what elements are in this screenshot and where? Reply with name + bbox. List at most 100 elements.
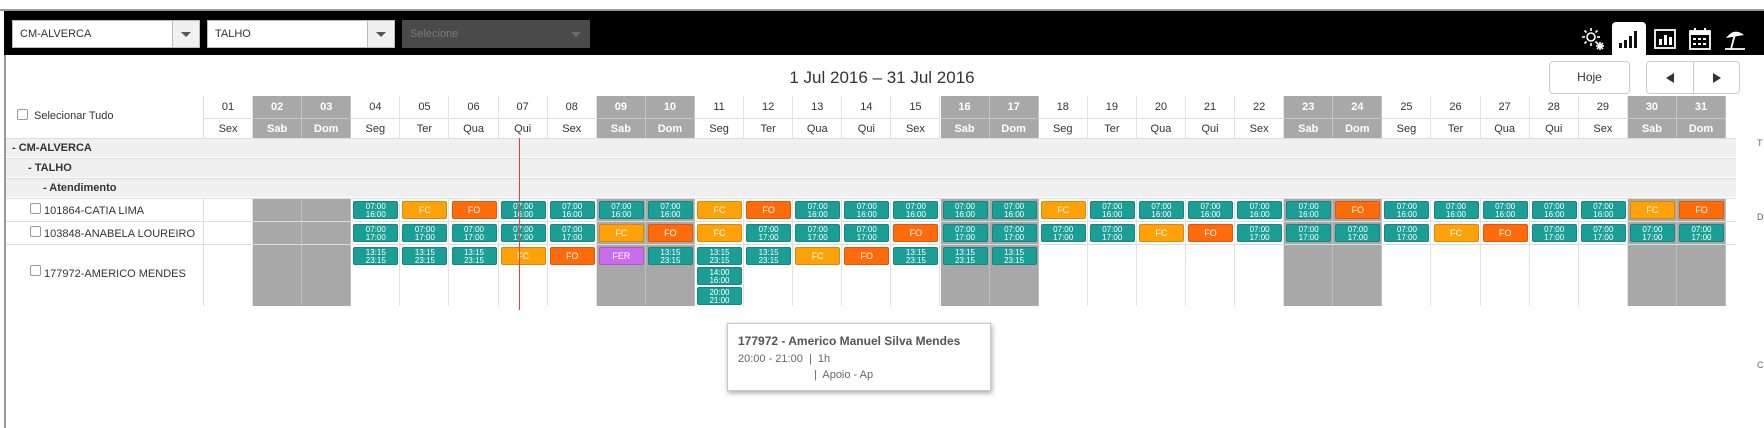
day-cell[interactable] bbox=[1039, 245, 1088, 306]
day-cell[interactable] bbox=[1579, 245, 1628, 306]
shift-block[interactable]: 07:00 16:00 bbox=[500, 201, 546, 219]
day-cell[interactable]: FC bbox=[400, 199, 450, 221]
day-cell[interactable]: 07:00 16:00 bbox=[1088, 199, 1137, 221]
day-cell[interactable]: 07:00 17:00 bbox=[940, 222, 990, 244]
day-cell[interactable] bbox=[1137, 245, 1186, 306]
day-cell[interactable]: 07:00 17:00 bbox=[793, 222, 843, 244]
fc-absence-block[interactable]: FC bbox=[1138, 224, 1184, 242]
fc-absence-block[interactable]: FC bbox=[500, 247, 546, 265]
day-cell[interactable]: FO bbox=[1333, 199, 1383, 221]
day-cell[interactable]: 07:00 16:00 bbox=[793, 199, 843, 221]
shift-block[interactable]: 13:15 23:15 bbox=[942, 247, 988, 265]
shift-block[interactable]: 07:00 17:00 bbox=[795, 224, 841, 242]
shift-block[interactable]: 07:00 17:00 bbox=[500, 224, 546, 242]
day-cell[interactable]: 07:00 16:00 bbox=[596, 199, 646, 221]
shift-block[interactable]: 07:00 16:00 bbox=[844, 201, 890, 219]
shift-block[interactable]: 13:15 23:15 bbox=[451, 247, 497, 265]
shift-block[interactable]: 07:00 16:00 bbox=[1237, 201, 1283, 219]
day-cell[interactable]: FC bbox=[695, 199, 745, 221]
shift-block[interactable]: 07:00 17:00 bbox=[402, 224, 448, 242]
shift-block[interactable]: 07:00 17:00 bbox=[1384, 224, 1430, 242]
fc-absence-block[interactable]: FC bbox=[697, 224, 742, 242]
day-cell[interactable]: FC bbox=[1137, 222, 1186, 244]
day-cell[interactable] bbox=[253, 245, 303, 306]
day-cell[interactable]: 07:00 17:00 bbox=[351, 222, 401, 244]
day-cell[interactable] bbox=[1235, 245, 1285, 306]
day-cell[interactable]: 07:00 17:00 bbox=[989, 222, 1039, 244]
shift-block[interactable]: 07:00 17:00 bbox=[1580, 224, 1626, 242]
report-chart-icon[interactable] bbox=[1648, 22, 1682, 55]
shift-block[interactable]: 13:15 23:15 bbox=[402, 247, 448, 265]
day-cell[interactable]: FO bbox=[891, 222, 941, 244]
day-cell[interactable] bbox=[204, 199, 254, 221]
shift-block[interactable]: 07:00 17:00 bbox=[991, 224, 1037, 242]
day-cell[interactable] bbox=[302, 245, 352, 306]
day-cell[interactable]: 07:00 16:00 bbox=[351, 199, 401, 221]
day-cell[interactable]: FO bbox=[744, 199, 794, 221]
day-cell[interactable]: 07:00 16:00 bbox=[1235, 199, 1285, 221]
shift-block[interactable]: 07:00 16:00 bbox=[795, 201, 841, 219]
day-cell[interactable]: 13:15 23:15 bbox=[744, 245, 794, 306]
day-cell[interactable]: 07:00 16:00 bbox=[548, 199, 597, 221]
shift-block[interactable]: 07:00 16:00 bbox=[1188, 201, 1233, 219]
day-cell[interactable]: 07:00 16:00 bbox=[1530, 199, 1579, 221]
day-cell[interactable] bbox=[1432, 245, 1481, 306]
shift-block[interactable]: 07:00 17:00 bbox=[549, 224, 595, 242]
day-cell[interactable]: 13:15 23:15 bbox=[450, 245, 499, 306]
shift-block[interactable]: 07:00 16:00 bbox=[598, 201, 644, 219]
fo-absence-block[interactable]: FO bbox=[844, 247, 890, 265]
day-cell[interactable] bbox=[204, 245, 254, 306]
shift-block[interactable]: 07:00 16:00 bbox=[942, 201, 988, 219]
shift-block[interactable]: 13:15 23:15 bbox=[893, 247, 939, 265]
day-cell[interactable]: 13:15 23:15 bbox=[400, 245, 450, 306]
day-cell[interactable]: 07:00 17:00 bbox=[1627, 222, 1677, 244]
shift-block[interactable]: 07:00 17:00 bbox=[1286, 224, 1332, 242]
shift-block[interactable]: 07:00 17:00 bbox=[1089, 224, 1135, 242]
select-all-checkbox[interactable] bbox=[17, 109, 28, 120]
day-cell[interactable] bbox=[1284, 245, 1334, 306]
day-cell[interactable]: FC bbox=[695, 222, 745, 244]
employee-checkbox[interactable] bbox=[30, 226, 41, 237]
shift-block[interactable]: 14:00 16:00 bbox=[697, 267, 742, 285]
shift-block[interactable]: 07:00 16:00 bbox=[991, 201, 1037, 219]
day-cell[interactable]: 13:15 23:15 bbox=[891, 245, 941, 306]
shift-block[interactable]: 07:00 17:00 bbox=[1679, 224, 1724, 242]
shift-block[interactable]: 07:00 17:00 bbox=[746, 224, 792, 242]
shift-block[interactable]: 07:00 17:00 bbox=[844, 224, 890, 242]
fo-absence-block[interactable]: FO bbox=[1335, 201, 1381, 219]
day-cell[interactable]: FC bbox=[1432, 222, 1481, 244]
day-cell[interactable]: 07:00 16:00 bbox=[1137, 199, 1186, 221]
shift-block[interactable]: 07:00 16:00 bbox=[647, 201, 693, 219]
shift-block[interactable]: 07:00 16:00 bbox=[1531, 201, 1577, 219]
day-cell[interactable] bbox=[253, 222, 303, 244]
day-cell[interactable]: 07:00 17:00 bbox=[1530, 222, 1579, 244]
day-cell[interactable]: 07:00 17:00 bbox=[1039, 222, 1088, 244]
fo-absence-block[interactable]: FO bbox=[1679, 201, 1724, 219]
day-cell[interactable]: 13:15 23:15 14:00 16:00 20:00 21:00 bbox=[695, 245, 745, 306]
day-cell[interactable]: 07:00 16:00 bbox=[1481, 199, 1530, 221]
fc-absence-block[interactable]: FC bbox=[795, 247, 841, 265]
shift-block[interactable]: 07:00 16:00 bbox=[1384, 201, 1430, 219]
weather-sun-snow-icon[interactable] bbox=[1576, 22, 1610, 55]
day-cell[interactable] bbox=[1186, 245, 1236, 306]
day-cell[interactable]: 07:00 17:00 bbox=[1284, 222, 1334, 244]
day-cell[interactable]: FO bbox=[548, 245, 597, 306]
day-cell[interactable]: FC bbox=[1627, 199, 1677, 221]
day-cell[interactable]: 07:00 17:00 bbox=[400, 222, 450, 244]
beach-umbrella-icon[interactable] bbox=[1718, 22, 1752, 55]
department-select[interactable]: TALHO bbox=[207, 20, 395, 48]
fc-absence-block[interactable]: FC bbox=[697, 201, 742, 219]
shift-block[interactable]: 07:00 16:00 bbox=[1286, 201, 1332, 219]
day-cell[interactable] bbox=[1382, 245, 1432, 306]
day-cell[interactable]: 13:15 23:15 bbox=[940, 245, 990, 306]
day-cell[interactable] bbox=[204, 222, 254, 244]
day-cell[interactable]: 07:00 17:00 bbox=[1677, 222, 1727, 244]
shift-block[interactable]: 07:00 16:00 bbox=[353, 201, 399, 219]
prev-button[interactable] bbox=[1647, 62, 1694, 93]
shift-block[interactable]: 07:00 16:00 bbox=[1580, 201, 1626, 219]
day-cell[interactable]: 07:00 16:00 bbox=[1186, 199, 1236, 221]
fc-absence-block[interactable]: FC bbox=[1040, 201, 1086, 219]
day-cell[interactable]: 07:00 17:00 bbox=[1382, 222, 1432, 244]
day-cell[interactable]: 07:00 17:00 bbox=[842, 222, 892, 244]
fc-absence-block[interactable]: FC bbox=[1629, 201, 1675, 219]
